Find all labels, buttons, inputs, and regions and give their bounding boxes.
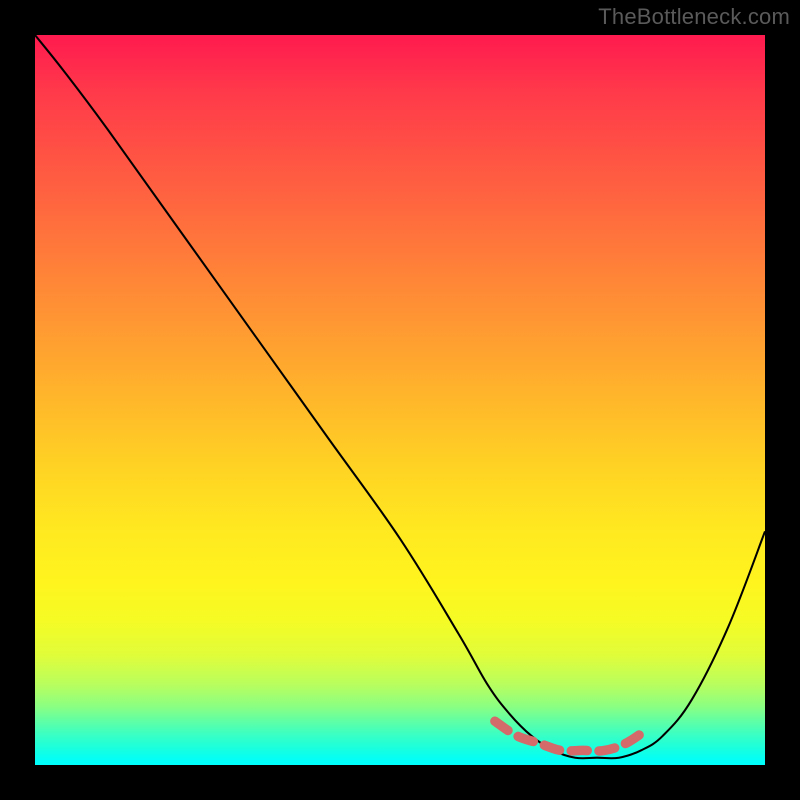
optimal-band-marker-path xyxy=(495,721,648,751)
chart-svg xyxy=(35,35,765,765)
plot-area xyxy=(35,35,765,765)
bottleneck-curve-path xyxy=(35,35,765,758)
watermark-text: TheBottleneck.com xyxy=(598,4,790,30)
chart-frame: TheBottleneck.com xyxy=(0,0,800,800)
